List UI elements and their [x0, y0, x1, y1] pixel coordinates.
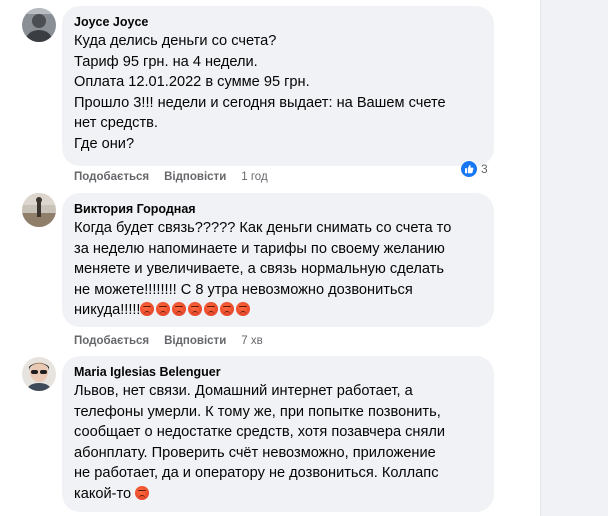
- angry-face-icon: [156, 302, 171, 317]
- comment-time[interactable]: 7 хв: [241, 335, 262, 347]
- avatar[interactable]: [22, 193, 56, 227]
- reaction-count: 3: [481, 162, 488, 176]
- angry-face-icon: [220, 302, 235, 317]
- comment-text-body: Львов, нет связи. Домашний интернет рабо…: [74, 383, 446, 502]
- comment-author[interactable]: Maria Iglesias Belenguer: [74, 364, 482, 380]
- reaction-summary[interactable]: 3: [460, 160, 488, 178]
- comment-author[interactable]: Joyce Joyce: [74, 14, 482, 30]
- angry-face-icon: [236, 302, 251, 317]
- angry-face-icon: [204, 302, 219, 317]
- reply-link[interactable]: Відповісти: [164, 335, 226, 347]
- angry-face-icon: [172, 302, 187, 317]
- comment-text-body: Когда будет связь????? Как деньги снимат…: [74, 220, 452, 319]
- comment-bubble: Maria Iglesias Belenguer Львов, нет связ…: [62, 356, 494, 512]
- avatar[interactable]: [22, 8, 56, 42]
- avatar[interactable]: [22, 357, 56, 391]
- angry-face-icon: [188, 302, 203, 317]
- like-icon: [460, 160, 478, 178]
- like-link[interactable]: Подобається: [74, 335, 149, 347]
- comment-author[interactable]: Виктория Городная: [74, 201, 482, 217]
- comment-time[interactable]: 1 год: [241, 171, 267, 183]
- comment-bubble: Joyce Joyce Куда делись деньги со счета?…: [62, 6, 494, 166]
- angry-face-icon: [135, 485, 150, 500]
- comment-actions: Подобається Відповісти 1 год: [74, 171, 283, 183]
- comment-actions: Подобається Відповісти 7 хв: [74, 335, 278, 347]
- angry-face-icon: [140, 302, 155, 317]
- comment-text: Куда делись деньги со счета? Тариф 95 гр…: [74, 33, 446, 152]
- reply-link[interactable]: Відповісти: [164, 171, 226, 183]
- comment-text: Львов, нет связи. Домашний интернет рабо…: [74, 381, 482, 505]
- comment-bubble: Виктория Городная Когда будет связь?????…: [62, 193, 494, 327]
- comment-text: Когда будет связь????? Как деньги снимат…: [74, 218, 482, 321]
- like-link[interactable]: Подобається: [74, 171, 149, 183]
- right-side-panel: [541, 0, 608, 516]
